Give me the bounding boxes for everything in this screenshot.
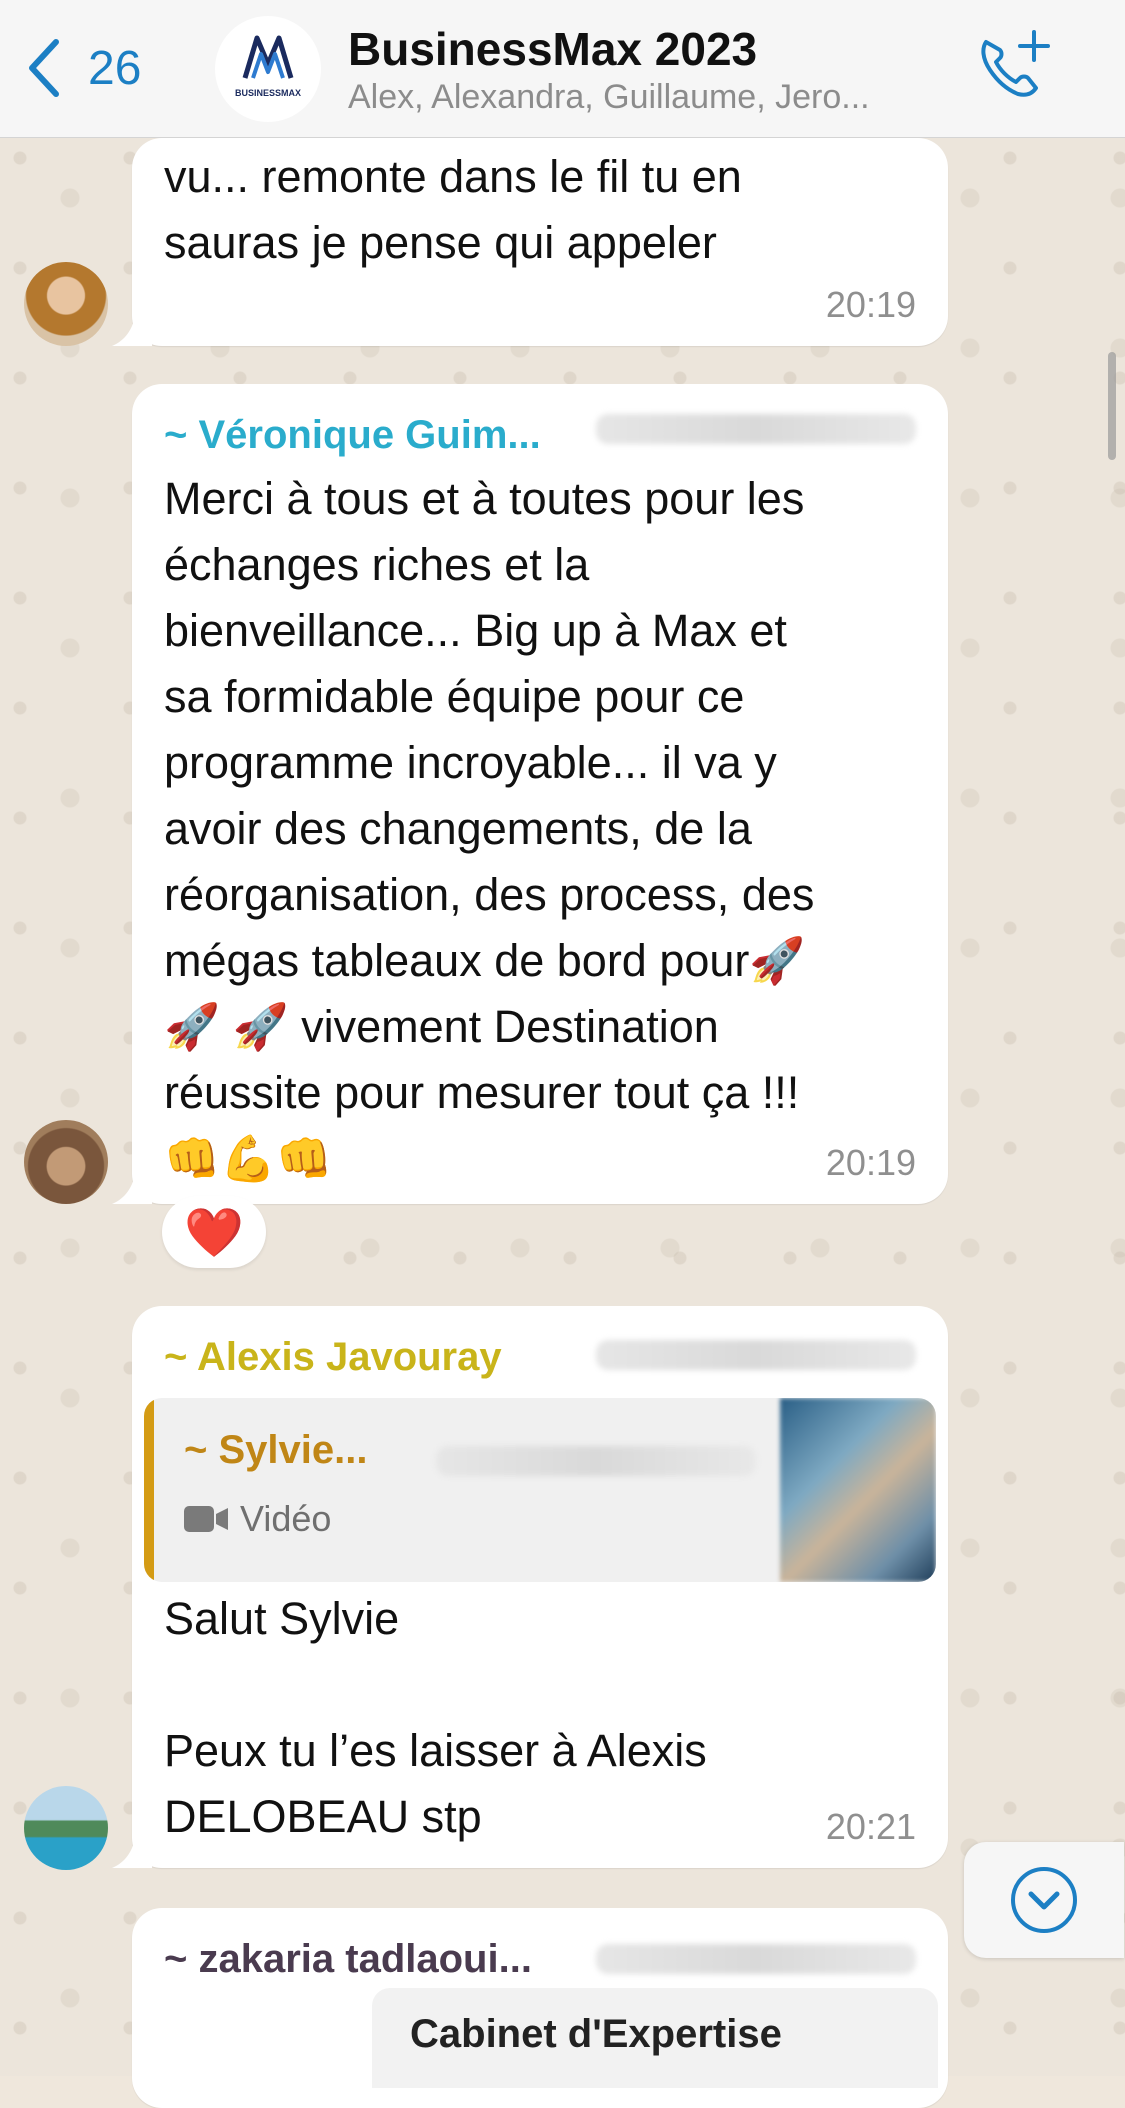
message-time: 20:19 [825,284,916,325]
message-bubble[interactable]: ~ Véronique Guim... Merci à tous et à to… [112,384,948,1204]
phone-add-icon [981,30,1050,97]
card-title: Cabinet d'Expertise [410,2012,782,2056]
quote-phone [436,1446,756,1476]
bubble-tail [112,310,152,346]
quote-type-label: Vidéo [240,1498,332,1539]
back-button[interactable]: 26 [24,28,141,108]
message-text: Salut Sylvie Peux tu l’es laisser à Alex… [164,1593,707,1842]
heart-reaction-icon: ❤️ [184,1206,244,1260]
scroll-to-bottom-button[interactable] [964,1842,1124,1958]
chevron-left-icon [29,39,59,97]
video-camera-icon [184,1506,228,1532]
message-bubble[interactable]: ~ Alexis Javouray ~ Sylvie... Vidéo Salu… [112,1306,948,1868]
reaction-badge[interactable]: ❤️ [162,1196,266,1268]
sender-phone [596,414,916,444]
quote-sender: ~ Sylvie... [184,1428,368,1472]
message-bubble[interactable]: ~ zakaria tadlaoui... Cabinet d'Expertis… [132,1908,948,2108]
link-preview-card[interactable]: Cabinet d'Expertise [372,1988,938,2088]
chat-header: 26 BUSINESSMAX BusinessMax 2023 Alex, Al… [0,0,1125,138]
message-text: Merci à tous et à toutes pour les échang… [164,473,815,1184]
scrollbar[interactable] [1108,352,1116,460]
quoted-message[interactable]: ~ Sylvie... Vidéo [144,1398,936,1582]
businessmax-logo: BUSINESSMAX [235,35,301,98]
message-bubble[interactable]: vu... remonte dans le fil tu en sauras j… [112,138,948,346]
chevron-down-circle-icon [1011,1867,1077,1933]
sender-phone [596,1944,916,1974]
message-text: vu... remonte dans le fil tu en sauras j… [164,151,742,268]
quote-type: Vidéo [184,1498,331,1540]
add-call-button[interactable] [972,28,1062,108]
unread-count: 26 [88,41,142,95]
avatar[interactable] [24,262,108,346]
group-avatar[interactable]: BUSINESSMAX [215,16,321,122]
avatar[interactable] [24,1786,108,1870]
quote-bar [144,1398,154,1582]
message-time: 20:21 [825,1806,916,1847]
avatar[interactable] [24,1120,108,1204]
group-name[interactable]: BusinessMax 2023 [348,22,757,76]
video-thumbnail[interactable] [780,1398,936,1582]
bubble-tail [112,1168,152,1204]
logo-text: BUSINESSMAX [235,88,301,98]
sender-phone [596,1340,916,1370]
group-members[interactable]: Alex, Alexandra, Guillaume, Jero... [348,78,928,117]
message-time: 20:19 [825,1142,916,1183]
bubble-tail [112,1832,152,1868]
